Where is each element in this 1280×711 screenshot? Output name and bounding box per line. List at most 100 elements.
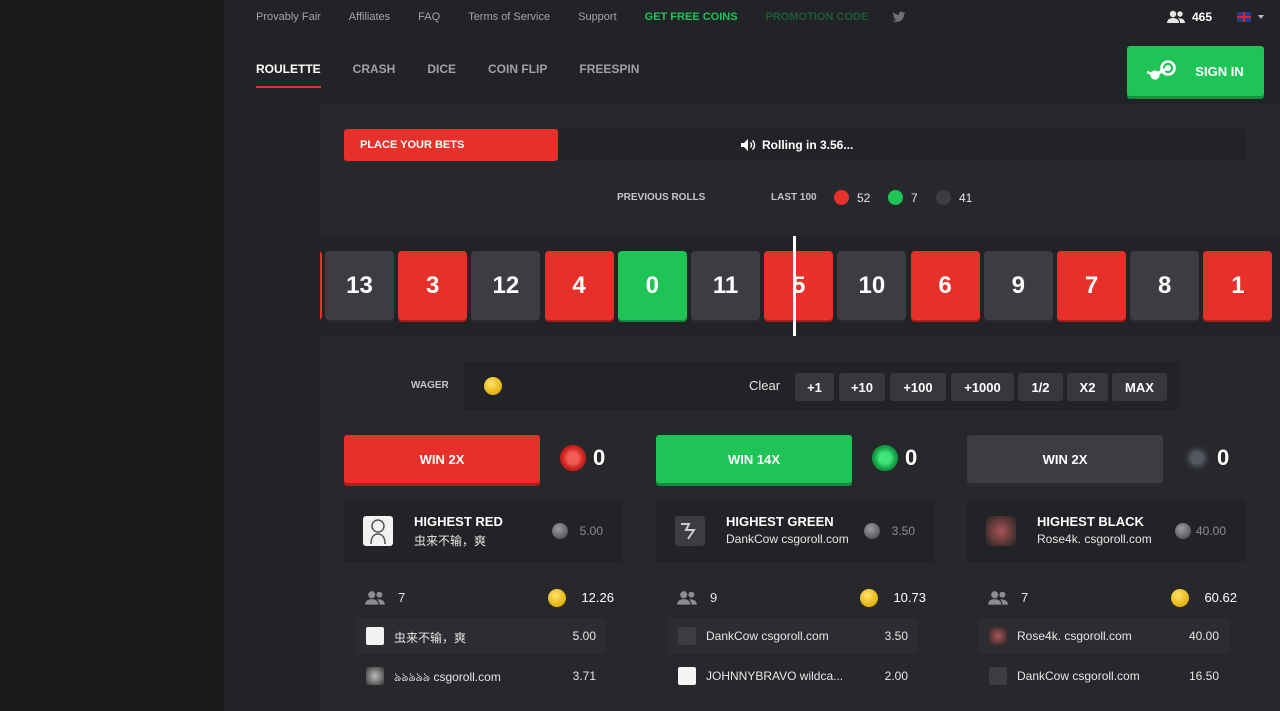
highest-amount: 3.50 xyxy=(891,524,915,538)
list-item: DankCow csgoroll.com 16.50 xyxy=(979,658,1229,694)
coin-icon xyxy=(548,589,566,607)
tab-freespin[interactable]: FREESPIN xyxy=(579,62,639,88)
highest-red-card: HIGHEST RED 虫来不输，爽 5.00 xyxy=(344,500,623,562)
uk-flag-icon[interactable] xyxy=(1237,12,1251,22)
roll-tile: 0 xyxy=(617,251,687,320)
roll-marker xyxy=(793,236,796,336)
roll-tile: 7 xyxy=(1057,251,1126,320)
avatar xyxy=(363,516,393,546)
black-bet-total: 0 xyxy=(1217,445,1230,470)
terms-link[interactable]: Terms of Service xyxy=(468,11,550,23)
highest-title: HIGHEST BLACK xyxy=(1037,514,1144,529)
tab-roulette[interactable]: ROULETTE xyxy=(256,62,321,88)
tab-crash[interactable]: CRASH xyxy=(353,62,396,88)
provably-fair-link[interactable]: Provably Fair xyxy=(256,11,321,23)
player-name: 虫来不输，爽 xyxy=(394,631,467,645)
max-button[interactable]: MAX xyxy=(1112,373,1167,401)
add-1-button[interactable]: +1 xyxy=(795,373,834,401)
highest-black-card: HIGHEST BLACK Rose4k. csgoroll.com 40.00 xyxy=(967,500,1246,562)
player-name: Rose4k. csgoroll.com xyxy=(1017,629,1132,643)
roll-tile: 9 xyxy=(983,251,1053,320)
users-icon xyxy=(988,591,1008,605)
players-count: 7 xyxy=(398,590,406,605)
player-amount: 40.00 xyxy=(1188,629,1219,643)
users-icon xyxy=(365,591,385,605)
online-users: 465 xyxy=(1166,10,1212,24)
chevron-down-icon[interactable] xyxy=(1258,15,1264,19)
promotion-code-link[interactable]: PROMOTION CODE xyxy=(766,11,869,23)
double-button[interactable]: X2 xyxy=(1067,373,1108,401)
users-icon xyxy=(677,591,697,605)
left-sidebar-background xyxy=(0,0,224,711)
clear-button[interactable]: Clear xyxy=(749,378,780,393)
list-item: DankCow csgoroll.com 3.50 xyxy=(668,618,918,654)
coins-total: 10.73 xyxy=(893,590,926,605)
avatar xyxy=(678,667,696,685)
red-count: 52 xyxy=(834,190,870,205)
player-amount: 3.71 xyxy=(572,669,596,683)
highest-amount: 40.00 xyxy=(1195,524,1226,538)
bet-summary: 7 60.62 xyxy=(987,588,1237,608)
player-name: DankCow csgoroll.com xyxy=(1017,669,1140,683)
player-amount: 3.50 xyxy=(884,629,908,643)
green-count-value: 7 xyxy=(911,190,918,205)
rolling-status: Rolling in 3.56... xyxy=(740,138,853,152)
support-link[interactable]: Support xyxy=(578,11,617,23)
red-dot-icon xyxy=(834,190,849,205)
roll-tile: 13 xyxy=(325,251,394,320)
highest-green-card: HIGHEST GREEN DankCow csgoroll.com 3.50 xyxy=(656,500,935,562)
affiliates-link[interactable]: Affiliates xyxy=(349,11,390,23)
free-coins-link[interactable]: GET FREE COINS xyxy=(645,11,738,23)
player-amount: 2.00 xyxy=(884,669,908,683)
list-item: 虫来不输，爽 5.00 xyxy=(356,618,606,654)
bet-black-button[interactable]: WIN 2X xyxy=(967,435,1163,483)
online-count: 465 xyxy=(1192,10,1213,24)
tab-dice[interactable]: DICE xyxy=(427,62,456,88)
highest-amount: 5.00 xyxy=(579,524,603,538)
list-item: ঌঌঌঌঌ csgoroll.com 3.71 xyxy=(356,658,606,694)
roll-tile: 3 xyxy=(398,251,468,320)
list-item: JOHNNYBRAVO wildca... 2.00 xyxy=(668,658,918,694)
half-button[interactable]: 1/2 xyxy=(1018,373,1063,401)
faq-link[interactable]: FAQ xyxy=(418,11,440,23)
roll-tile: 10 xyxy=(837,251,907,320)
rolling-text: Rolling in 3.56... xyxy=(762,138,854,152)
last-100-label: LAST 100 xyxy=(771,192,817,203)
add-100-button[interactable]: +100 xyxy=(890,373,946,401)
avatar xyxy=(675,516,705,546)
highest-title: HIGHEST RED xyxy=(414,514,503,529)
list-item: Rose4k. csgoroll.com 40.00 xyxy=(979,618,1229,654)
roll-tile: 12 xyxy=(471,251,541,320)
coin-icon xyxy=(864,523,880,539)
add-1000-button[interactable]: +1000 xyxy=(951,373,1014,401)
player-name: DankCow csgoroll.com xyxy=(706,629,829,643)
player-name: ঌঌঌঌঌ csgoroll.com xyxy=(394,670,501,684)
roll-tile-partial xyxy=(320,251,322,320)
player-name: JOHNNYBRAVO wildca... xyxy=(706,669,844,683)
top-links: Provably Fair Affiliates FAQ Terms of Se… xyxy=(256,0,906,34)
black-count: 41 xyxy=(936,190,972,205)
roll-tile: 5 xyxy=(764,251,834,320)
avatar xyxy=(989,627,1007,645)
sign-in-button[interactable]: SIGN IN xyxy=(1127,46,1264,96)
sound-icon[interactable] xyxy=(740,138,756,152)
game-tabs: ROULETTE CRASH DICE COIN FLIP FREESPIN xyxy=(256,62,671,88)
roll-tile: 6 xyxy=(910,251,980,320)
bet-summary: 7 12.26 xyxy=(364,588,614,608)
roll-tile: 4 xyxy=(544,251,614,320)
coin-icon xyxy=(552,523,568,539)
add-10-button[interactable]: +10 xyxy=(839,373,885,401)
twitter-icon[interactable] xyxy=(892,10,906,24)
wager-label: WAGER xyxy=(411,380,449,391)
coin-icon xyxy=(484,377,502,395)
bet-red-button[interactable]: WIN 2X xyxy=(344,435,540,483)
steam-icon xyxy=(1147,60,1177,80)
sign-in-label: SIGN IN xyxy=(1195,63,1244,79)
previous-rolls-label: PREVIOUS ROLLS xyxy=(617,192,706,203)
tab-coin-flip[interactable]: COIN FLIP xyxy=(488,62,547,88)
avatar xyxy=(989,667,1007,685)
player-amount: 16.50 xyxy=(1188,669,1219,683)
avatar xyxy=(366,627,384,645)
bet-green-button[interactable]: WIN 14X xyxy=(656,435,852,483)
avatar xyxy=(366,667,384,685)
